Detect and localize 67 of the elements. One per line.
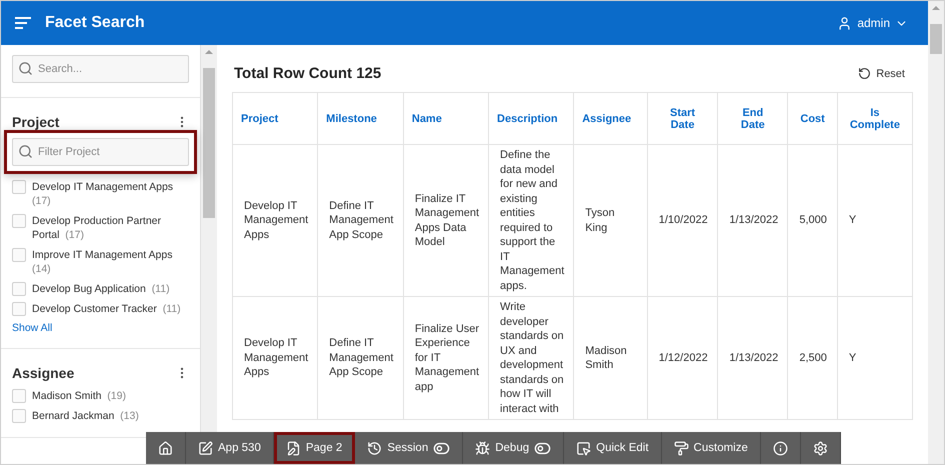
table-cell: Y xyxy=(837,144,912,296)
column-header[interactable]: Cost xyxy=(788,92,838,144)
table-cell: Develop IT Management Apps xyxy=(232,296,318,420)
row-count-title: Total Row Count 125 xyxy=(234,65,382,82)
facet-option-label[interactable]: Develop Bug Application (11) xyxy=(32,282,170,296)
facet-option-label[interactable]: Develop Production Partner Portal (17) xyxy=(32,214,189,242)
table-cell: 1/12/2022 xyxy=(647,296,718,420)
column-header[interactable]: Milestone xyxy=(318,92,404,144)
checkbox[interactable] xyxy=(12,282,26,296)
table-cell: 1/10/2022 xyxy=(647,144,718,296)
column-header[interactable]: Start Date xyxy=(647,92,718,144)
info-icon xyxy=(772,440,788,456)
table-cell: Write developer standards on UX and development standards on how IT will interact with xyxy=(488,296,574,420)
pointer-square-icon xyxy=(576,440,592,456)
table-cell: Tyson King xyxy=(574,144,648,296)
facet-title: Assignee xyxy=(12,365,74,381)
reset-button[interactable]: Reset xyxy=(852,67,911,80)
column-header[interactable]: End Date xyxy=(718,92,788,144)
table-cell: 1/13/2022 xyxy=(718,144,788,296)
clock-icon xyxy=(367,440,382,456)
table-cell: Develop IT Management Apps xyxy=(232,144,318,296)
facet-option-label[interactable]: Develop IT Management Apps (17) xyxy=(32,180,189,208)
table-cell: Madison Smith xyxy=(574,296,648,420)
bug-icon xyxy=(475,440,490,456)
facet-option-label[interactable]: Bernard Jackman (13) xyxy=(32,409,139,423)
show-all-link[interactable]: Show All xyxy=(12,322,189,334)
column-header[interactable]: Description xyxy=(488,92,574,144)
user-icon xyxy=(837,16,852,30)
toolbar-button[interactable]: Page 2 xyxy=(274,432,356,464)
home-icon xyxy=(158,440,173,456)
table-cell: Y xyxy=(837,296,912,420)
settings-icon xyxy=(812,440,828,456)
column-header[interactable]: Is Complete xyxy=(837,92,912,144)
filter-field[interactable]: Filter Project xyxy=(12,138,189,166)
table-cell: Finalize IT Management Apps Data Model xyxy=(403,144,489,296)
page-scrollbar[interactable] xyxy=(928,1,944,464)
search-icon xyxy=(18,61,33,76)
checkbox[interactable] xyxy=(12,248,26,262)
scrollbar[interactable] xyxy=(201,45,217,432)
column-header[interactable]: Assignee xyxy=(574,92,648,144)
facet-option-label[interactable]: Improve IT Management Apps (14) xyxy=(32,248,189,276)
facet-title: Project xyxy=(12,114,60,130)
menu-icon[interactable] xyxy=(15,16,33,30)
search-field[interactable]: Search... xyxy=(12,55,189,83)
table-cell: Define the data model for new and existing entities required to support the IT Management apps. xyxy=(488,144,574,296)
table-cell: Finalize User Experience for IT Management app xyxy=(403,296,489,420)
app-title: Facet Search xyxy=(45,14,146,32)
reset-icon xyxy=(858,67,872,80)
search-icon xyxy=(18,144,33,159)
table-cell: Define IT Management App Scope xyxy=(318,296,404,420)
file-pencil-icon xyxy=(286,440,301,456)
column-header[interactable]: Project xyxy=(232,92,318,144)
checkbox[interactable] xyxy=(12,409,26,423)
facet-option-label[interactable]: Develop Customer Tracker (11) xyxy=(32,302,181,316)
checkbox[interactable] xyxy=(12,214,26,228)
table-cell: 2,500 xyxy=(788,296,838,420)
paint-roller-icon xyxy=(674,440,689,456)
checkbox[interactable] xyxy=(12,389,26,403)
table-cell: 1/13/2022 xyxy=(718,296,788,420)
table-cell: 5,000 xyxy=(788,144,838,296)
column-header[interactable]: Name xyxy=(403,92,489,144)
pencil-square-icon xyxy=(198,440,213,456)
checkbox[interactable] xyxy=(12,180,26,194)
table-cell: Define IT Management App Scope xyxy=(318,144,404,296)
user-menu-button[interactable]: admin xyxy=(837,16,908,30)
facet-option-label[interactable]: Madison Smith (19) xyxy=(32,389,126,403)
checkbox[interactable] xyxy=(12,302,26,316)
